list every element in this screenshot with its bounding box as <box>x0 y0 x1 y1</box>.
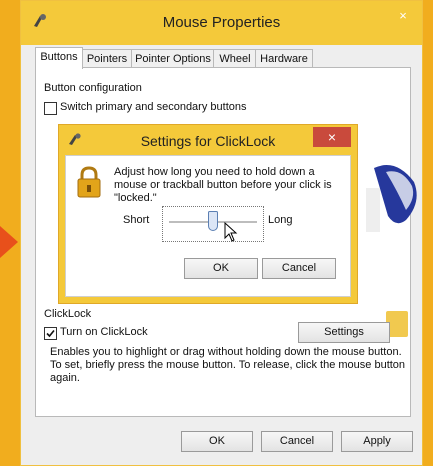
tab-hardware[interactable]: Hardware <box>255 49 313 68</box>
clicklock-checkbox[interactable] <box>44 327 57 340</box>
tab-buttons[interactable]: Buttons <box>35 47 83 69</box>
tab-pointer-options[interactable]: Pointer Options <box>131 49 215 68</box>
clicklock-group-label: ClickLock <box>44 308 92 320</box>
button-configuration-label: Button configuration <box>44 82 142 94</box>
slider-min-label: Short <box>123 214 150 226</box>
dialog-instructions: Adjust how long you need to hold down a … <box>114 166 332 204</box>
dialog-body: Adjust how long you need to hold down a … <box>65 155 351 297</box>
clicklock-settings-dialog: Settings for ClickLock × Adjust how long… <box>58 124 358 304</box>
close-button[interactable]: × <box>390 7 416 25</box>
clicklock-description: Enables you to highlight or drag without… <box>50 346 406 384</box>
cancel-button[interactable]: Cancel <box>261 431 333 452</box>
ok-button[interactable]: OK <box>181 431 253 452</box>
clicklock-settings-button[interactable]: Settings <box>298 322 390 343</box>
tab-pointers[interactable]: Pointers <box>81 49 133 68</box>
duration-slider[interactable] <box>162 206 264 242</box>
dialog-ok-button[interactable]: OK <box>184 258 258 279</box>
slider-max-label: Long <box>268 214 293 226</box>
switch-buttons-checkbox[interactable] <box>44 102 57 115</box>
dialog-cancel-button[interactable]: Cancel <box>262 258 336 279</box>
slider-thumb[interactable] <box>208 211 218 231</box>
apply-button[interactable]: Apply <box>341 431 413 452</box>
highlight-arrow-icon <box>0 226 18 258</box>
mouse-illustration-icon <box>366 165 417 232</box>
lock-icon <box>77 166 101 198</box>
window-title: Mouse Properties <box>162 14 281 31</box>
title-bar: Mouse Properties × <box>21 1 422 45</box>
cursor-arrow-icon <box>224 222 238 242</box>
tab-wheel[interactable]: Wheel <box>213 49 257 68</box>
switch-buttons-label: Switch primary and secondary buttons <box>60 101 247 113</box>
dialog-close-button[interactable]: × <box>313 127 351 147</box>
clicklock-checkbox-label: Turn on ClickLock <box>60 326 148 338</box>
checkmark-icon <box>46 329 55 338</box>
